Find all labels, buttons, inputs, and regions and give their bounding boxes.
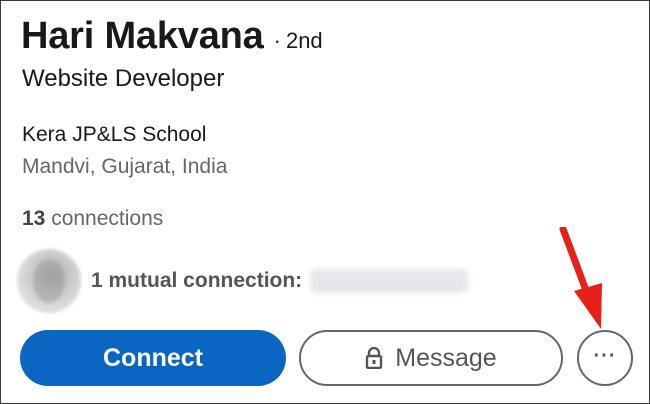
connections-count[interactable]: 13 connections (22, 207, 163, 231)
mutual-label: 1 mutual connection: (91, 269, 303, 292)
mutual-name-blurred (310, 269, 469, 293)
degree-label: 2nd (285, 28, 323, 53)
profile-location: Mandvi, Gujarat, India (22, 155, 228, 178)
message-label: Message (395, 343, 497, 372)
connections-label: connections (51, 207, 164, 230)
connections-number: 13 (22, 207, 46, 230)
profile-name: Hari Makvana (21, 15, 264, 57)
name-row: Hari Makvana · 2nd (21, 15, 323, 58)
connect-button[interactable]: Connect (20, 330, 286, 386)
profile-school[interactable]: Kera JP&LS School (22, 123, 206, 147)
degree-dot: · (273, 28, 281, 53)
profile-card: Hari Makvana · 2nd Website Developer Kera… (0, 0, 650, 404)
mutual-connections[interactable]: 1 mutual connection: (17, 249, 469, 313)
red-arrow-icon (559, 227, 602, 329)
profile-headline: Website Developer (22, 65, 225, 92)
message-button[interactable]: Message (299, 330, 563, 386)
lock-icon (365, 347, 383, 369)
connection-degree: · 2nd (274, 28, 323, 54)
mutual-avatar (17, 249, 81, 313)
more-options-button[interactable]: ··· (577, 330, 633, 386)
